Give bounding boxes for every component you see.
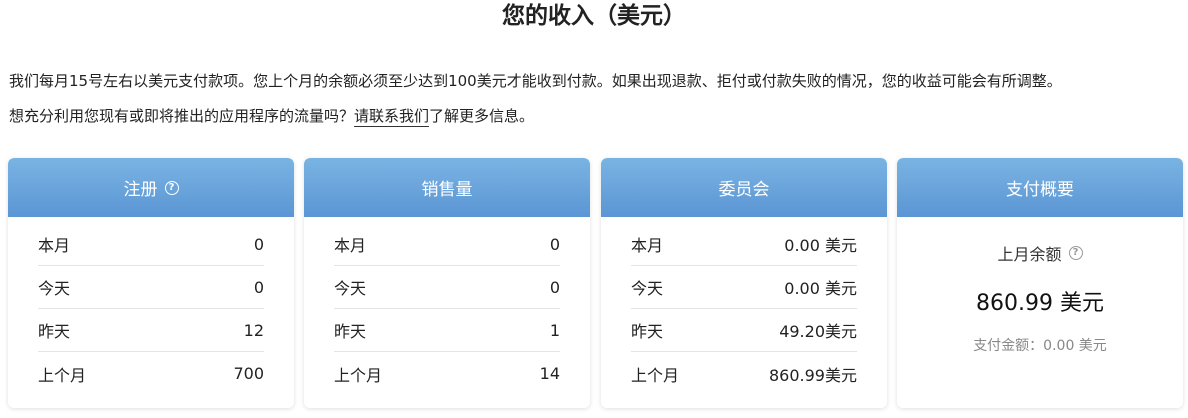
stat-value: 860.99美元: [769, 365, 857, 385]
stat-value: 0.00 美元: [784, 236, 857, 255]
stat-label: 昨天: [631, 322, 664, 341]
stat-value: 0: [549, 277, 560, 297]
stat-value: 1: [549, 320, 560, 340]
traffic-info-suffix: 了解更多信息。: [429, 107, 535, 125]
registrations-card-title: 注册: [123, 180, 158, 200]
balance-label-text: 上月余额: [997, 245, 1062, 264]
stat-row-last-month: 上个月 700: [38, 352, 264, 395]
stat-label: 上个月: [38, 365, 87, 385]
help-icon[interactable]: ?: [164, 180, 179, 195]
stat-row-yesterday: 昨天 12: [38, 309, 264, 352]
sales-card-title: 销售量: [421, 180, 473, 200]
stat-row-this-month: 本月 0.00 美元: [631, 223, 857, 266]
payment-summary-card: 支付概要 上月余额 ? 860.99 美元 支付金额：0.00 美元: [897, 158, 1183, 408]
stat-row-yesterday: 昨天 49.20美元: [631, 309, 857, 352]
stat-row-this-month: 本月 0: [38, 223, 264, 266]
stat-value: 49.20美元: [779, 322, 857, 341]
stat-value: 0: [549, 234, 560, 254]
registrations-stats-list: 本月 0 今天 0 昨天 12 上个月 700: [38, 223, 264, 395]
last-month-balance-label: 上月余额 ?: [897, 241, 1183, 265]
stat-label: 上个月: [334, 365, 383, 385]
last-month-balance-value: 860.99 美元: [976, 291, 1104, 316]
payment-summary-card-title: 支付概要: [1006, 180, 1074, 200]
sales-stats-list: 本月 0 今天 0 昨天 1 上个月 14: [334, 223, 560, 395]
stat-row-last-month: 上个月 14: [334, 352, 560, 395]
stat-row-today: 今天 0: [38, 266, 264, 309]
stat-label: 今天: [38, 279, 71, 298]
payment-info-text: 我们每月15号左右以美元支付款项。您上个月的余额必须至少达到100美元才能收到付…: [9, 72, 1062, 90]
commission-card: 委员会 本月 0.00 美元 今天 0.00 美元 昨天 49.20美元 上个月…: [601, 158, 887, 408]
stat-row-this-month: 本月 0: [334, 223, 560, 266]
registrations-card: 注册 ? 本月 0 今天 0 昨天 12 上个月 700: [8, 158, 294, 408]
stat-value: 0: [253, 234, 264, 254]
contact-us-link[interactable]: 请联系我们: [354, 107, 430, 127]
stat-label: 今天: [334, 279, 367, 298]
stat-label: 上个月: [631, 365, 680, 385]
stat-row-today: 今天 0.00 美元: [631, 266, 857, 309]
stat-label: 本月: [334, 236, 367, 255]
payment-summary-card-header: 支付概要: [897, 158, 1183, 217]
page-title: 您的收入（美元）: [502, 3, 686, 29]
traffic-info-text: 想充分利用您现有或即将推出的应用程序的流量吗？请联系我们了解更多信息。: [9, 106, 535, 127]
stat-row-last-month: 上个月 860.99美元: [631, 352, 857, 395]
payment-summary-body: 上月余额 ? 860.99 美元 支付金额：0.00 美元: [897, 217, 1183, 355]
commission-card-title: 委员会: [718, 180, 770, 200]
sales-card: 销售量 本月 0 今天 0 昨天 1 上个月 14: [304, 158, 590, 408]
traffic-info-prefix: 想充分利用您现有或即将推出的应用程序的流量吗？: [9, 107, 355, 125]
commission-stats-list: 本月 0.00 美元 今天 0.00 美元 昨天 49.20美元 上个月 860…: [631, 223, 857, 395]
stat-label: 本月: [38, 236, 71, 255]
stat-value: 12: [243, 320, 264, 340]
stat-value: 14: [539, 364, 560, 383]
stat-value: 700: [233, 364, 264, 383]
sales-card-header: 销售量: [304, 158, 590, 217]
stat-label: 昨天: [334, 322, 367, 341]
stat-label: 本月: [631, 236, 664, 255]
registrations-card-header: 注册 ?: [8, 158, 294, 217]
help-icon[interactable]: ?: [1068, 246, 1083, 260]
stat-value: 0.00 美元: [784, 279, 857, 298]
stat-row-today: 今天 0: [334, 266, 560, 309]
stat-label: 昨天: [38, 322, 71, 341]
paid-amount-text: 支付金额：0.00 美元: [973, 338, 1107, 354]
stat-label: 今天: [631, 279, 664, 298]
stat-row-yesterday: 昨天 1: [334, 309, 560, 352]
commission-card-header: 委员会: [601, 158, 887, 217]
stat-value: 0: [253, 277, 264, 297]
